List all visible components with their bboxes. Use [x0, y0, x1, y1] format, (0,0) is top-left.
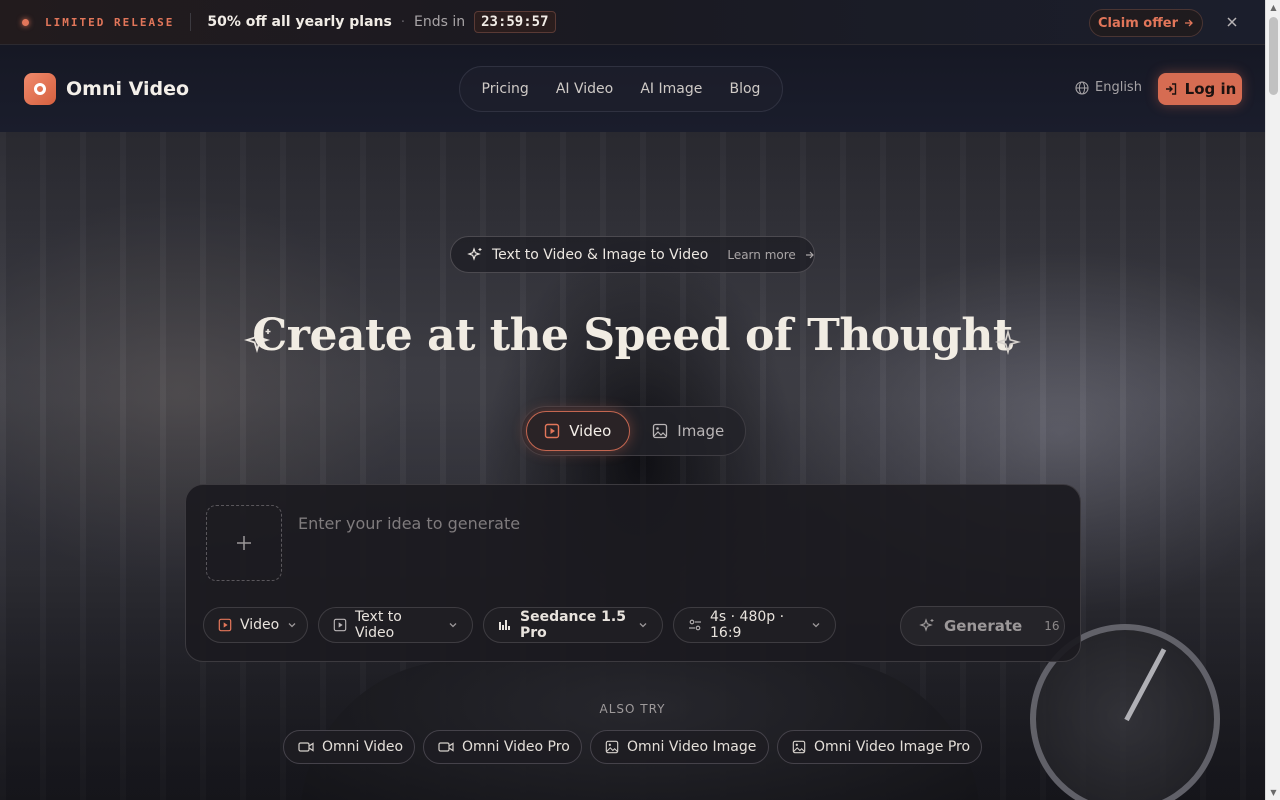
also-try-label: Omni Video: [322, 739, 404, 755]
output-type-dropdown[interactable]: Video: [203, 607, 308, 643]
language-label: English: [1095, 80, 1142, 95]
plus-icon: [235, 534, 253, 552]
promo-countdown-timer: 23:59:57: [474, 11, 556, 33]
scroll-down-arrow-icon[interactable]: ▼: [1266, 785, 1280, 800]
close-promo-button[interactable]: [1222, 12, 1242, 32]
scroll-up-arrow-icon[interactable]: ▲: [1266, 0, 1280, 15]
image-icon: [792, 740, 806, 754]
sparkles-icon: [919, 618, 935, 634]
prompt-composer: Video Text to Video Seedance 1.5 Pro 4s …: [185, 484, 1081, 662]
page-scrollbar[interactable]: ▲ ▼: [1265, 0, 1280, 800]
also-try-label: Omni Video Pro: [462, 739, 570, 755]
also-try-heading: ALSO TRY: [599, 702, 666, 716]
video-camera-icon: [298, 741, 314, 753]
sparkles-icon: [467, 246, 483, 263]
chevron-down-icon: [638, 620, 648, 630]
mode-toggle: Video Image: [521, 406, 746, 456]
login-button[interactable]: Log in: [1158, 73, 1242, 105]
image-icon: [605, 740, 619, 754]
bar-chart-icon: [498, 618, 512, 632]
also-try-label: Omni Video Image Pro: [814, 739, 971, 755]
promo-banner: LIMITED RELEASE 50% off all yearly plans…: [0, 0, 1265, 45]
promo-offer-text: 50% off all yearly plans: [207, 14, 392, 30]
sliders-icon: [688, 618, 702, 632]
video-icon: [218, 618, 232, 632]
feature-label: Text to Video & Image to Video: [492, 246, 709, 263]
nav-links: Pricing AI Video AI Image Blog: [459, 66, 783, 112]
upload-media-button[interactable]: [206, 505, 282, 581]
video-icon: [544, 423, 560, 439]
arrow-right-icon: [805, 250, 815, 260]
logo-icon: [24, 73, 56, 105]
output-type-value: Video: [240, 617, 280, 633]
promo-divider: [190, 13, 192, 31]
model-dropdown[interactable]: Seedance 1.5 Pro: [483, 607, 663, 643]
also-try-omni-video-image[interactable]: Omni Video Image: [590, 730, 769, 764]
login-label: Log in: [1184, 80, 1237, 98]
mode-video-button[interactable]: Video: [526, 411, 630, 451]
learn-more-link[interactable]: Learn more: [727, 248, 795, 262]
nav-link-pricing[interactable]: Pricing: [482, 81, 529, 97]
task-type-dropdown[interactable]: Text to Video: [318, 607, 473, 643]
credit-cost-badge: 16: [1044, 619, 1060, 633]
image-icon: [652, 423, 668, 439]
claim-offer-label: Claim offer: [1098, 15, 1178, 31]
generate-button[interactable]: Generate 16: [900, 606, 1065, 646]
generation-settings-dropdown[interactable]: 4s · 480p · 16:9: [673, 607, 836, 643]
live-dot-icon: [22, 18, 29, 26]
task-type-value: Text to Video: [355, 609, 402, 641]
chevron-down-icon: [448, 620, 458, 630]
brand-logo-link[interactable]: Omni Video: [24, 73, 189, 105]
model-value: Seedance 1.5 Pro: [520, 609, 626, 641]
mode-image-button[interactable]: Image: [636, 411, 741, 451]
also-try-omni-video[interactable]: Omni Video: [283, 730, 415, 764]
feature-announcement-pill[interactable]: Text to Video & Image to Video Learn mor…: [450, 236, 815, 273]
login-icon: [1164, 82, 1178, 96]
scrollbar-thumb[interactable]: [1269, 17, 1278, 95]
close-icon: [1222, 12, 1242, 32]
generate-label: Generate: [944, 617, 1023, 635]
also-try-label: Omni Video Image: [627, 739, 757, 755]
play-square-icon: [333, 618, 347, 632]
mode-video-label: Video: [569, 422, 612, 440]
chevron-down-icon: [811, 620, 821, 630]
language-selector[interactable]: English: [1075, 80, 1142, 95]
also-try-omni-video-pro[interactable]: Omni Video Pro: [423, 730, 582, 764]
claim-offer-button[interactable]: Claim offer: [1089, 9, 1203, 37]
globe-icon: [1075, 80, 1089, 95]
top-navigation: Omni Video Pricing AI Video AI Image Blo…: [0, 45, 1265, 132]
generation-settings-value: 4s · 480p · 16:9: [710, 609, 785, 641]
arrow-right-icon: [1184, 18, 1194, 28]
nav-link-blog[interactable]: Blog: [729, 81, 760, 97]
promo-ends-label: Ends in: [413, 14, 466, 30]
nav-link-ai-image[interactable]: AI Image: [640, 81, 702, 97]
brand-name: Omni Video: [66, 78, 190, 100]
mode-image-label: Image: [677, 422, 725, 440]
prompt-input[interactable]: [298, 509, 1058, 537]
hero-headline: Create at the Speed of Thought: [252, 310, 1013, 361]
also-try-omni-video-image-pro[interactable]: Omni Video Image Pro: [777, 730, 982, 764]
promo-separator: ·: [400, 14, 405, 30]
video-camera-icon: [438, 741, 454, 753]
sparkle-decoration-right-icon: [995, 329, 1021, 355]
promo-tag: LIMITED RELEASE: [45, 15, 175, 29]
chevron-down-icon: [287, 620, 297, 630]
nav-link-ai-video[interactable]: AI Video: [556, 81, 613, 97]
